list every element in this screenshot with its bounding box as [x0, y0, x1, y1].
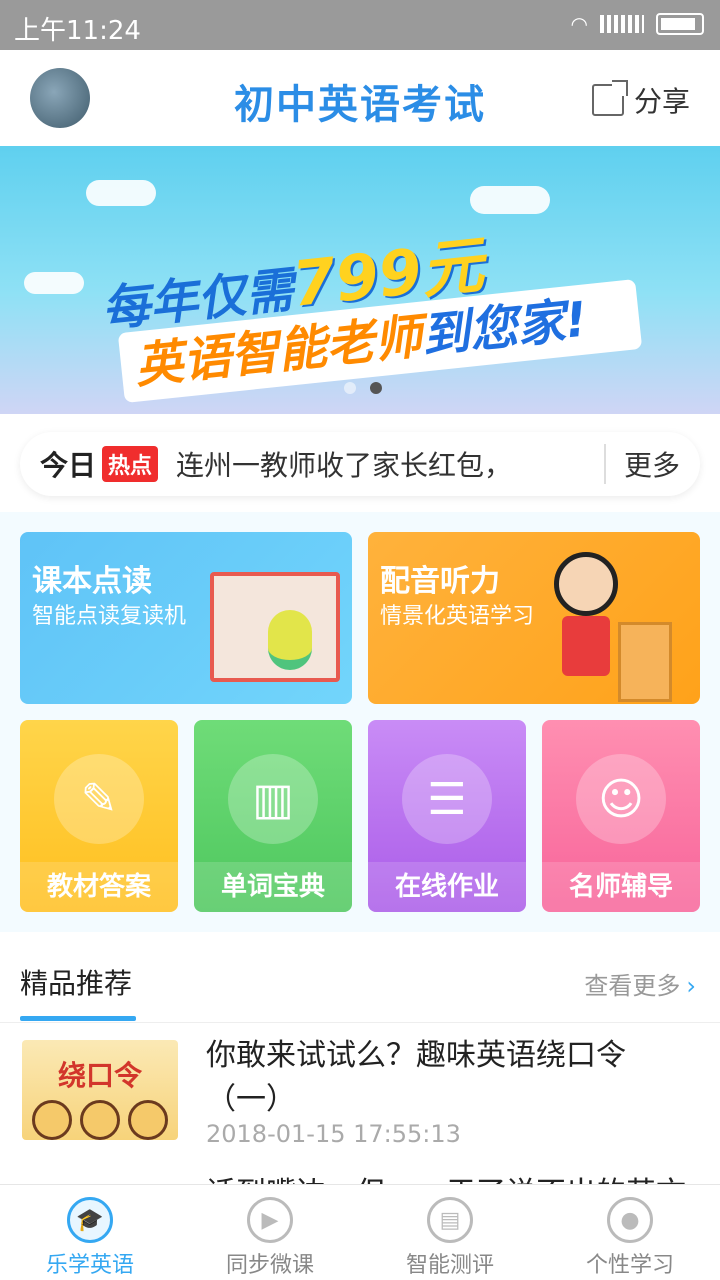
news-more-button[interactable]: 更多	[603, 444, 680, 484]
recommend-title: 精品推荐	[20, 967, 133, 1000]
carousel-dot-active[interactable]	[370, 382, 382, 394]
card-textbook-reading[interactable]: 课本点读 智能点读复读机	[20, 532, 352, 704]
tile-textbook-answers[interactable]: ✎ 教材答案	[20, 720, 178, 912]
teacher-icon: ☺	[576, 754, 666, 844]
share-label: 分享	[633, 85, 690, 118]
chevron-right-icon: ›	[686, 972, 696, 1000]
microphone-icon	[268, 610, 312, 670]
tile-label: 名师辅导	[542, 862, 700, 912]
status-icons: ◠	[571, 12, 704, 36]
tile-label: 单词宝典	[194, 862, 352, 912]
divider	[0, 1022, 720, 1023]
wifi-icon: ◠	[570, 12, 588, 36]
app-header: 初中英语考试 分享	[0, 50, 720, 146]
news-headline[interactable]: 连州一教师收了家长红包，	[176, 444, 604, 484]
card-subtitle: 智能点读复读机	[32, 604, 187, 629]
status-bar: 上午11:24 ◠	[0, 0, 720, 50]
thumbnail-text: 绕口令	[58, 1059, 143, 1092]
today-label: 今日	[40, 449, 97, 482]
share-icon	[591, 80, 628, 116]
promo-banner[interactable]: 每年仅需799元 英语智能老师到您家!	[0, 146, 720, 414]
tab-sync-lessons[interactable]: ▶ 同步微课	[180, 1185, 360, 1280]
card-dubbing-listening[interactable]: 配音听力 情景化英语学习	[368, 532, 700, 704]
house-icon	[618, 622, 672, 702]
cartoon-boy-body	[562, 616, 610, 676]
tab-fun-english[interactable]: 🎓 乐学英语	[0, 1185, 180, 1280]
tab-smart-assessment[interactable]: ▤ 智能测评	[360, 1185, 540, 1280]
cartoon-boy-icon	[554, 552, 618, 616]
tab-personal-learning[interactable]: ● 个性学习	[540, 1185, 720, 1280]
status-time: 上午11:24	[14, 16, 141, 46]
article-date: 2018-01-15 17:55:13	[206, 1120, 461, 1148]
bottom-tabbar: 🎓 乐学英语 ▶ 同步微课 ▤ 智能测评 ● 个性学习	[0, 1184, 720, 1280]
tile-label: 教材答案	[20, 862, 178, 912]
card-subtitle: 情景化英语学习	[380, 604, 535, 629]
card-title: 课本点读	[32, 564, 152, 599]
report-icon: ▤	[427, 1197, 473, 1243]
hot-news-bar[interactable]: 今日 热点 连州一教师收了家长红包， 更多	[20, 432, 700, 496]
share-button[interactable]: 分享	[591, 80, 690, 120]
person-icon: ●	[607, 1197, 653, 1243]
play-icon: ▶	[247, 1197, 293, 1243]
graduation-cap-icon: 🎓	[67, 1197, 113, 1243]
signal-icon	[600, 15, 644, 33]
card-title: 配音听力	[380, 564, 500, 599]
tile-word-dictionary[interactable]: ▥ 单词宝典	[194, 720, 352, 912]
hot-badge: 热点	[102, 446, 159, 482]
battery-icon	[656, 13, 704, 35]
article-thumbnail[interactable]: 绕口令	[22, 1040, 178, 1140]
tile-online-homework[interactable]: ☰ 在线作业	[368, 720, 526, 912]
checklist-pen-icon: ☰	[402, 754, 492, 844]
tile-label: 在线作业	[368, 862, 526, 912]
carousel-dot[interactable]	[344, 382, 356, 394]
recommend-underline	[20, 1016, 136, 1021]
tile-teacher-tutoring[interactable]: ☺ 名师辅导	[542, 720, 700, 912]
document-pen-icon: ✎	[54, 754, 144, 844]
open-book-icon: ▥	[228, 754, 318, 844]
article-title[interactable]: 你敢来试试么？趣味英语绕口令（一）	[206, 1034, 686, 1122]
recommend-more-button[interactable]: 查看更多 ›	[584, 966, 696, 1001]
